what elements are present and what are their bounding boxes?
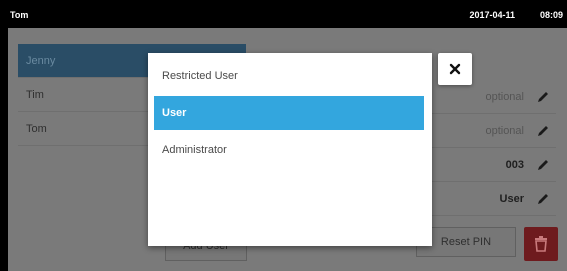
role-option-user[interactable]: User: [154, 96, 424, 130]
close-dialog-button[interactable]: [438, 53, 472, 85]
close-icon: [449, 63, 461, 75]
role-option-restricted-user[interactable]: Restricted User: [154, 59, 424, 93]
detail-value: 003: [505, 158, 524, 171]
detail-value: User: [499, 192, 524, 205]
trash-icon: [535, 236, 547, 252]
status-time: 08:09: [539, 10, 563, 20]
status-bar: Tom 2017-04-11 08:09: [0, 0, 567, 28]
role-option-administrator[interactable]: Administrator: [154, 133, 424, 167]
current-user-label: Tom: [10, 10, 29, 20]
role-select-dialog: Restricted User User Administrator: [148, 53, 432, 246]
detail-value: optional: [485, 90, 524, 103]
pencil-icon[interactable]: [536, 124, 550, 138]
status-date: 2017-04-11: [469, 10, 515, 20]
delete-user-button[interactable]: [524, 227, 558, 261]
detail-value: optional: [485, 124, 524, 137]
pencil-icon[interactable]: [536, 158, 550, 172]
pencil-icon[interactable]: [536, 192, 550, 206]
pencil-icon[interactable]: [536, 90, 550, 104]
